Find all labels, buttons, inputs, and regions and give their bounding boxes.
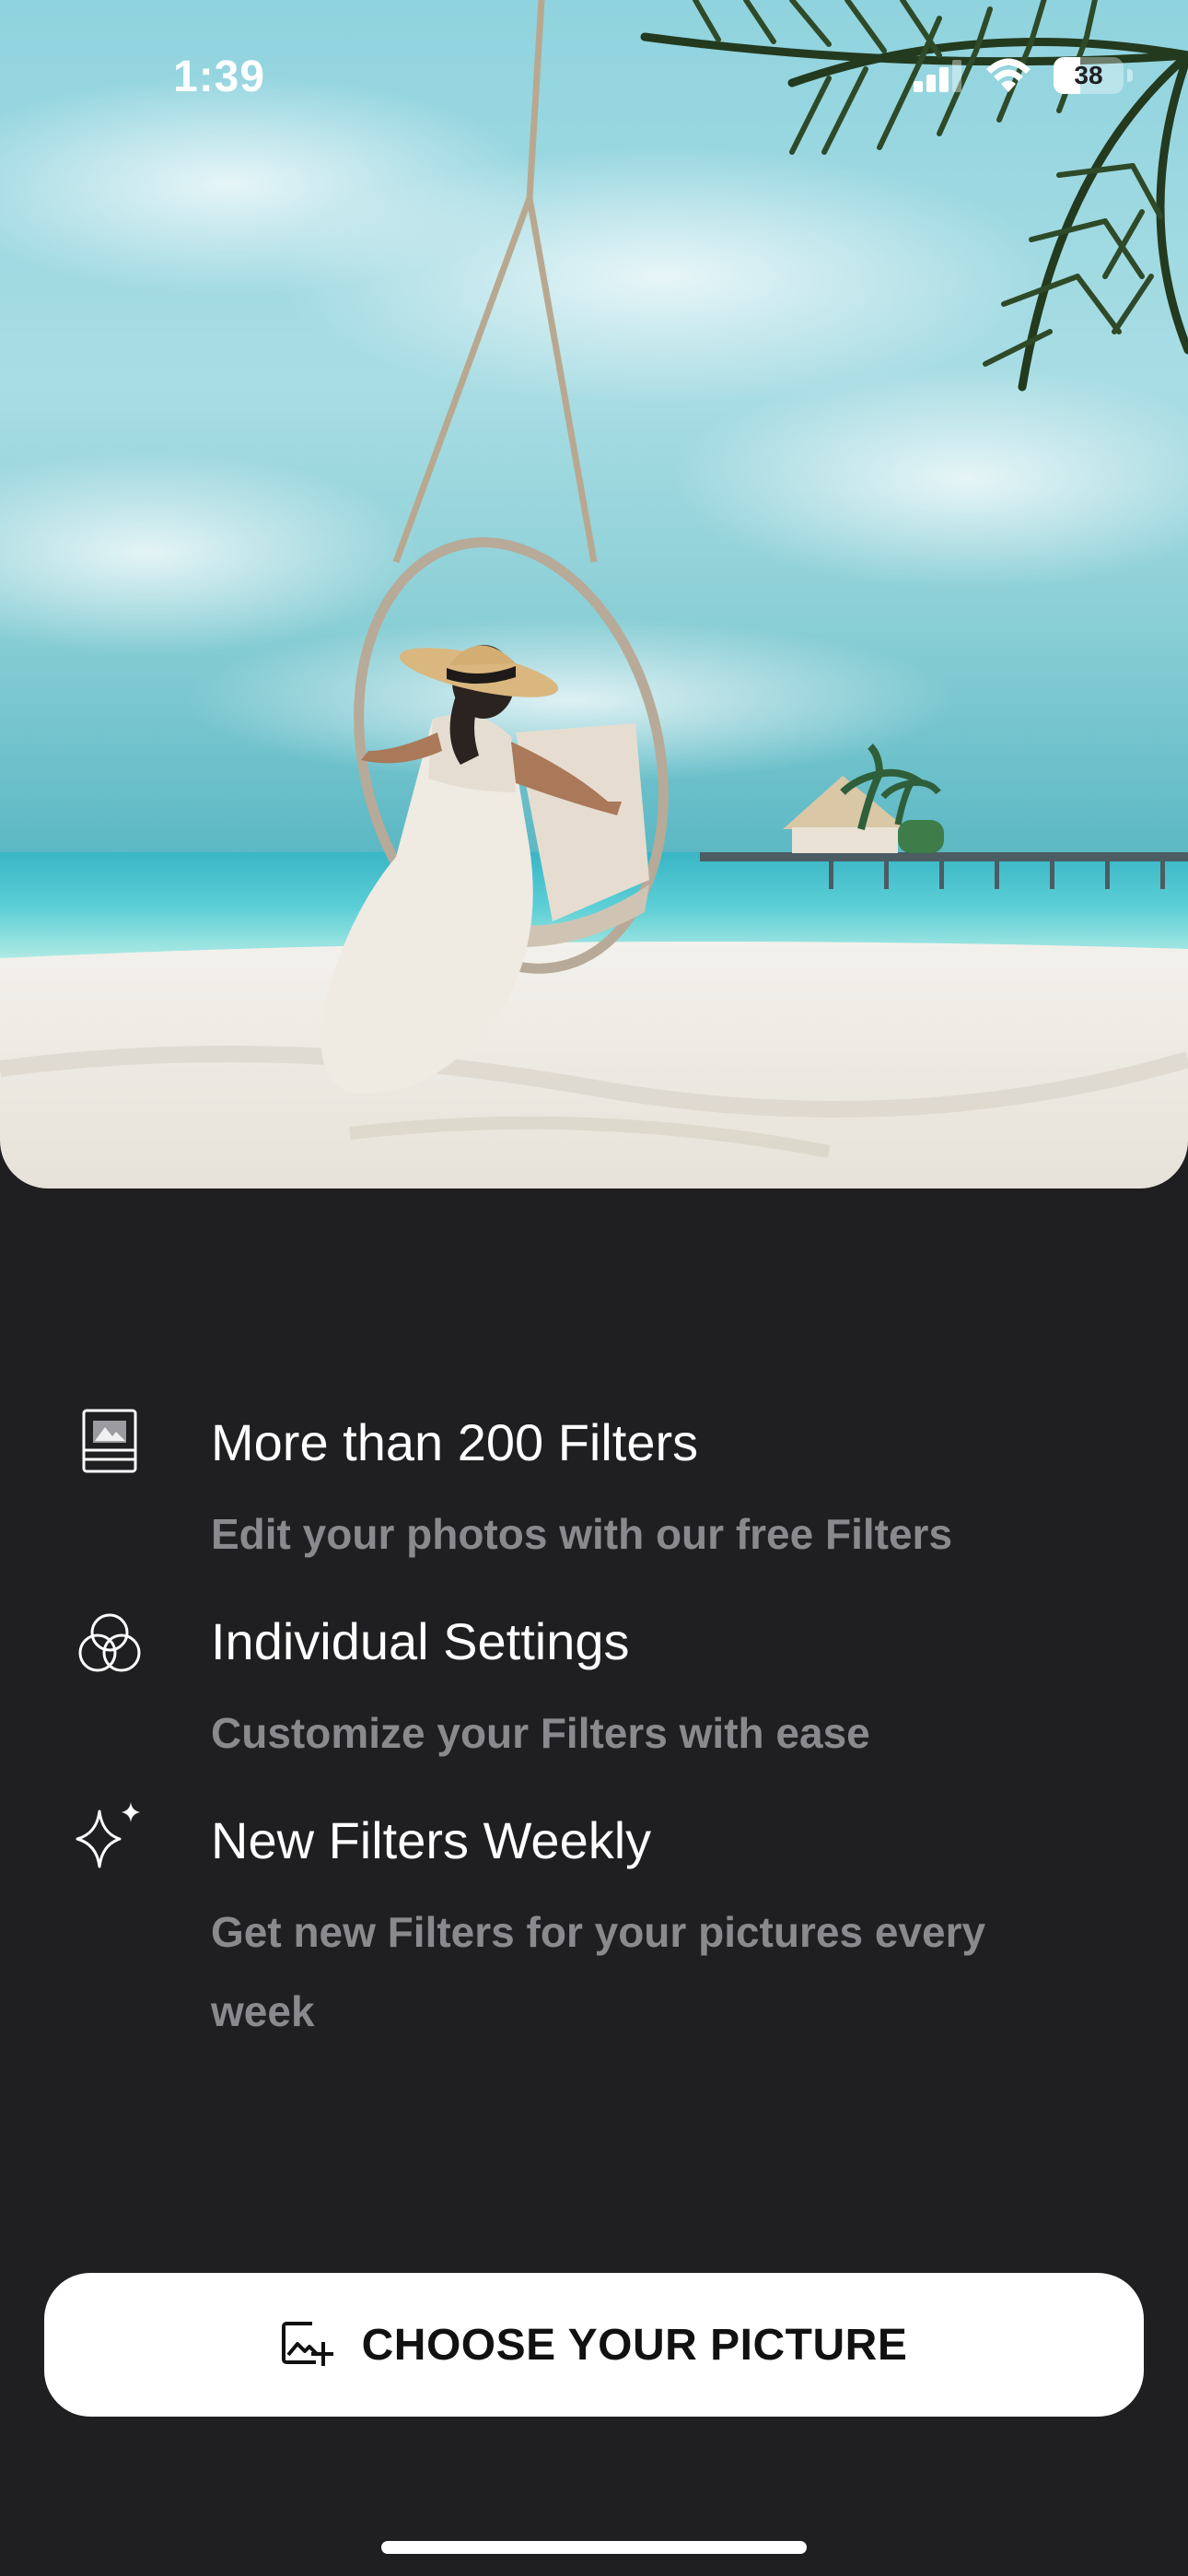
choose-picture-button[interactable]: CHOOSE YOUR PICTURE bbox=[44, 2273, 1144, 2417]
hero-image bbox=[0, 0, 1188, 1188]
feature-description: Edit your photos with our free Filters bbox=[211, 1510, 953, 1558]
battery-icon: 38 bbox=[1054, 57, 1133, 94]
add-photo-icon bbox=[281, 2322, 333, 2366]
home-indicator[interactable] bbox=[381, 2541, 807, 2554]
status-time: 1:39 bbox=[173, 53, 266, 101]
wifi-icon bbox=[986, 58, 1031, 92]
feature-description: Customize your Filters with ease bbox=[211, 1709, 870, 1757]
status-bar: 1:39 38 bbox=[0, 0, 1188, 157]
feature-title: Individual Settings bbox=[211, 1612, 630, 1670]
status-icons: 38 bbox=[914, 57, 1133, 94]
feature-description: Get new Filters for your pictures every … bbox=[211, 1908, 986, 2035]
battery-level: 38 bbox=[1074, 61, 1103, 89]
feature-title: New Filters Weekly bbox=[211, 1811, 652, 1869]
image-frame-icon bbox=[82, 1409, 137, 1473]
choose-picture-label: CHOOSE YOUR PICTURE bbox=[361, 2320, 908, 2370]
color-circles-icon bbox=[78, 1613, 141, 1672]
feature-title: More than 200 Filters bbox=[211, 1413, 699, 1471]
sparkle-icon bbox=[76, 1802, 140, 1868]
cellular-signal-icon bbox=[914, 60, 961, 92]
